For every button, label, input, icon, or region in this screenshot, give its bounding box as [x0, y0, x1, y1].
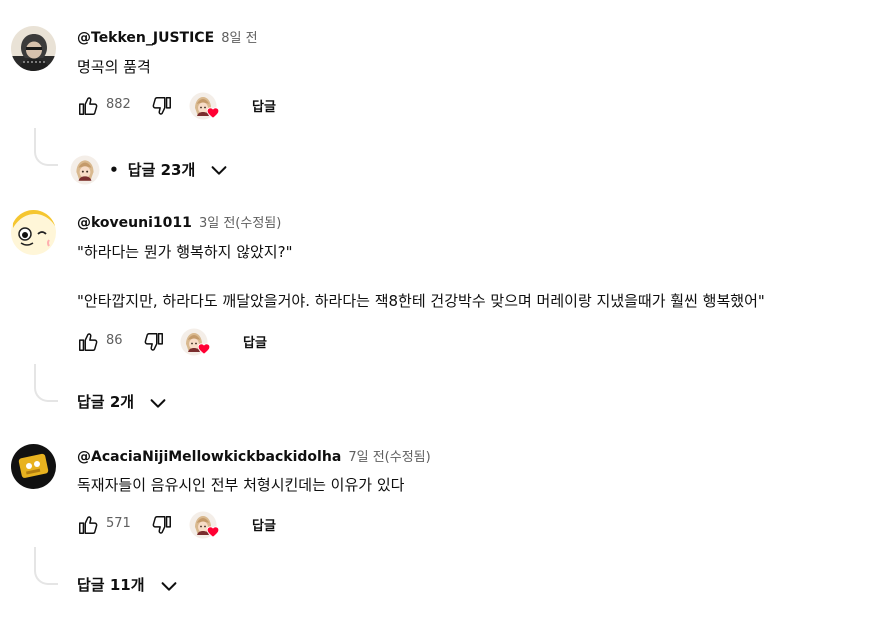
- comment-text-line: "하라다는 뭔가 행복하지 않았지?": [77, 243, 293, 261]
- replies-count: 답글 23개: [127, 160, 196, 179]
- thumbs-down-icon[interactable]: [151, 514, 173, 536]
- reply-button[interactable]: 답글: [252, 96, 276, 115]
- creator-heart-icon: [189, 511, 217, 539]
- replies-count: 답글 11개: [77, 576, 145, 594]
- comment-time[interactable]: 7일 전(수정됨): [348, 450, 430, 465]
- creator-heart-icon: [180, 328, 208, 356]
- replies-toggle[interactable]: 답글 11개: [77, 574, 180, 600]
- chevron-down-icon: [158, 575, 180, 597]
- comment-actions: 571 답글: [77, 514, 477, 544]
- author-name[interactable]: @AcaciaNijiMellowkickbackidolha: [77, 449, 341, 465]
- like-count: 86: [106, 333, 123, 348]
- replies-count: 답글 2개: [77, 393, 135, 411]
- like-count: 571: [106, 516, 131, 531]
- thread-curve: [34, 567, 58, 585]
- avatar[interactable]: [11, 444, 56, 489]
- comment-header: @AcaciaNijiMellowkickbackidolha 7일 전(수정됨…: [77, 446, 431, 465]
- thumbs-down-icon[interactable]: [143, 331, 165, 353]
- chevron-down-icon: [208, 159, 230, 181]
- replies-bullet: •: [109, 160, 119, 179]
- comment-time[interactable]: 8일 전: [221, 31, 257, 46]
- comment-text: 독재자들이 음유시인 전부 처형시킨데는 이유가 있다: [77, 476, 405, 494]
- comment-header: @koveuni1011 3일 전(수정됨): [77, 212, 281, 231]
- reply-button[interactable]: 답글: [243, 332, 267, 351]
- reply-button[interactable]: 답글: [252, 515, 276, 534]
- thumbs-up-icon[interactable]: [77, 331, 99, 353]
- comment-actions: 882 답글: [77, 95, 477, 125]
- comment-time[interactable]: 3일 전(수정됨): [199, 216, 281, 231]
- thumbs-up-icon[interactable]: [77, 95, 99, 117]
- like-count: 882: [106, 97, 131, 112]
- thread-curve: [34, 384, 58, 402]
- thumbs-down-icon[interactable]: [151, 95, 173, 117]
- thread-line: [34, 547, 36, 567]
- comment-header: @Tekken_JUSTICE 8일 전: [77, 27, 258, 46]
- thread-curve: [34, 148, 58, 166]
- creator-avatar-small: [70, 155, 100, 185]
- avatar[interactable]: [11, 26, 56, 71]
- chevron-down-icon: [147, 392, 169, 414]
- comment-actions: 86 답글: [77, 331, 477, 361]
- avatar[interactable]: [11, 210, 56, 255]
- author-name[interactable]: @koveuni1011: [77, 215, 192, 231]
- comment-text: 명곡의 품격: [77, 58, 151, 76]
- thumbs-up-icon[interactable]: [77, 514, 99, 536]
- comment-text-line: "안타깝지만, 하라다도 깨달았을거야. 하라다는 잭8한테 건강박수 맞으며 …: [77, 292, 765, 310]
- author-name[interactable]: @Tekken_JUSTICE: [77, 30, 214, 46]
- thread-line: [34, 128, 36, 148]
- creator-heart-icon: [189, 92, 217, 120]
- thread-line: [34, 364, 36, 384]
- replies-toggle[interactable]: 답글 2개: [77, 391, 169, 417]
- replies-toggle[interactable]: • 답글 23개: [70, 155, 230, 181]
